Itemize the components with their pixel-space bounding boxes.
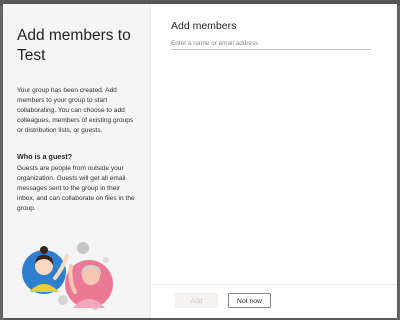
dialog-footer: Add Not now [151,284,397,318]
info-panel: Add members to Test Your group has been … [3,4,151,318]
dialog-title: Add members to Test [17,27,131,64]
bubble-shape [77,242,89,254]
person-hair-bun [40,246,48,254]
intro-text: Your group has been created. Add members… [17,87,134,134]
guest-text: Guests are people from outside your orga… [17,165,135,212]
add-members-title: Add members [171,20,237,32]
members-panel: Add members Add Not now [151,4,397,318]
add-members-dialog: Add members to Test Your group has been … [3,4,397,318]
bubble-shape [58,295,68,305]
people-illustration [22,242,113,310]
add-button[interactable]: Add [175,293,218,308]
not-now-button[interactable]: Not now [228,293,271,308]
bubble-shape [103,257,109,263]
guest-heading: Who is a guest? [17,152,73,161]
member-search-input[interactable] [171,37,371,50]
